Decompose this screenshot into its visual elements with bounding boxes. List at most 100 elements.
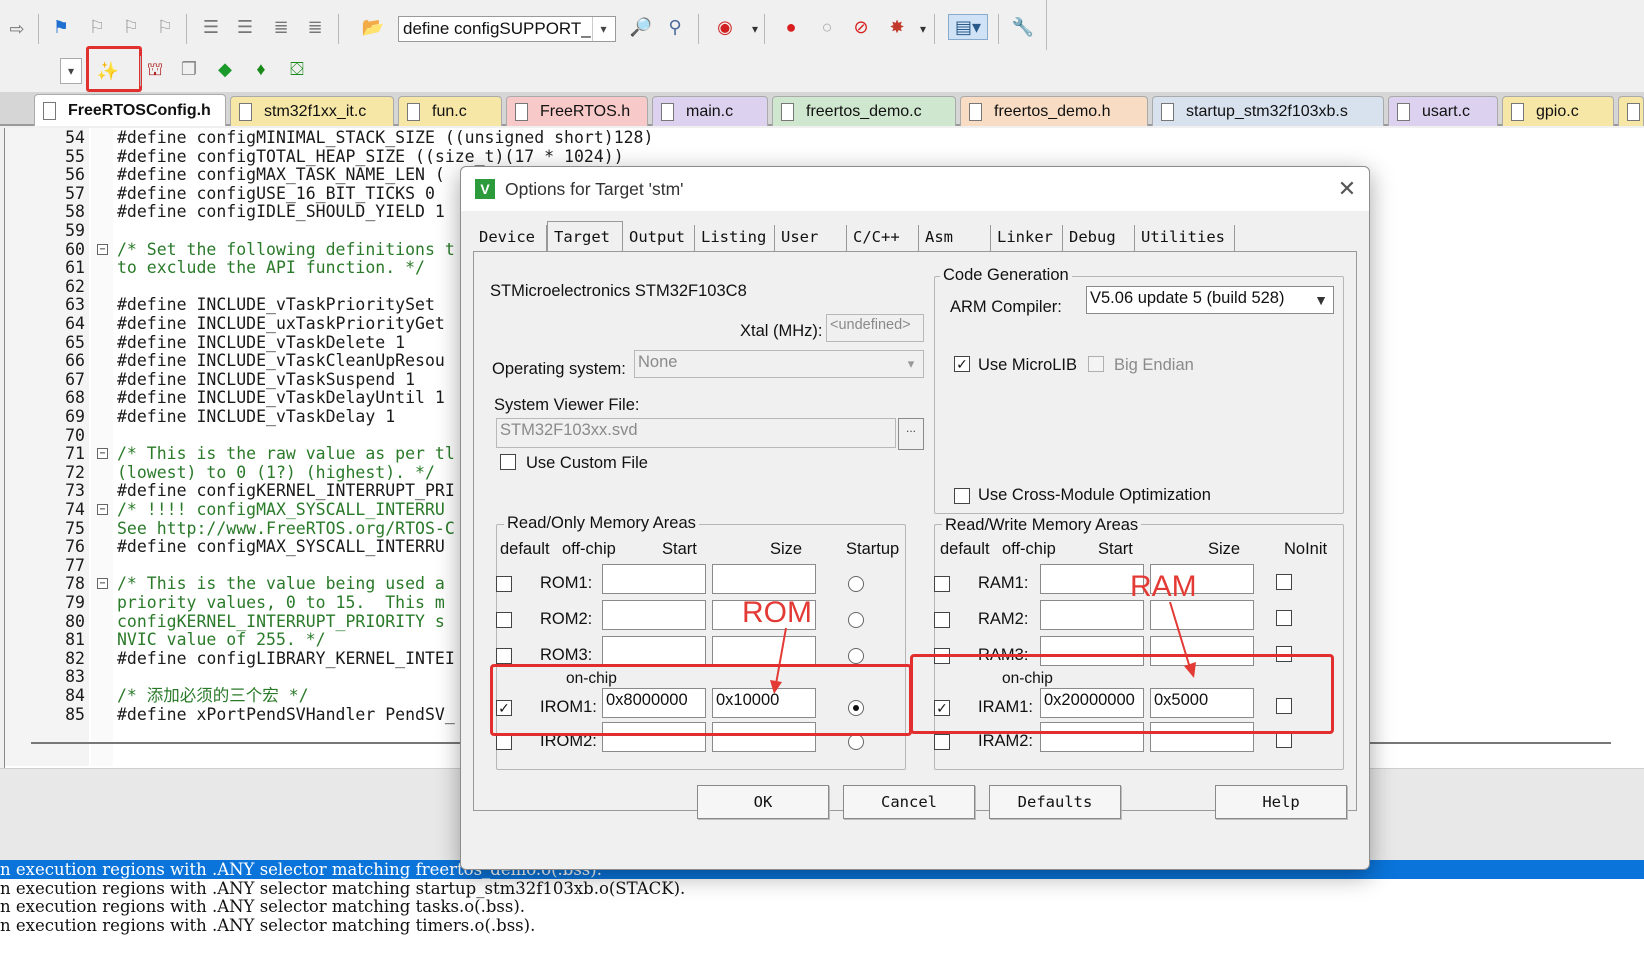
- arrow-right-icon[interactable]: ⇨: [4, 16, 30, 42]
- manage-project-icon[interactable]: ⛫: [142, 56, 168, 82]
- ram-row-start-field[interactable]: [1040, 600, 1144, 630]
- ram-row-noinit-checkbox[interactable]: [1276, 732, 1292, 748]
- tab-freertos-demo-c[interactable]: freertos_demo.c: [772, 96, 956, 126]
- code-line[interactable]: 81 NVIC value of 255. */: [5, 630, 445, 649]
- tab-asm[interactable]: Asm: [919, 225, 991, 251]
- comment-icon[interactable]: ≣: [268, 14, 294, 40]
- fold-toggle-icon[interactable]: −: [97, 504, 108, 515]
- close-icon[interactable]: ✕: [1333, 175, 1361, 203]
- disable-all-breakpoints-icon[interactable]: ⊘: [848, 14, 874, 40]
- tab-startup-s[interactable]: startup_stm32f103xb.s: [1152, 96, 1384, 126]
- ram-row-noinit-checkbox[interactable]: [1276, 610, 1292, 626]
- use-custom-file-checkbox[interactable]: [500, 454, 516, 470]
- chevron-down-icon[interactable]: ▾: [592, 17, 614, 41]
- rom-row-default-checkbox[interactable]: [496, 648, 512, 664]
- ram-row-noinit-checkbox[interactable]: [1276, 574, 1292, 590]
- rom-row-default-checkbox[interactable]: [496, 734, 512, 750]
- unindent-icon[interactable]: ☰: [232, 14, 258, 40]
- use-microlib-checkbox[interactable]: ✓: [954, 356, 970, 372]
- chevron-down-icon[interactable]: ▾: [910, 16, 936, 42]
- window-layout-icon[interactable]: ▤▾: [948, 14, 988, 40]
- ram-row-default-checkbox[interactable]: [934, 576, 950, 592]
- ok-button[interactable]: OK: [697, 785, 829, 819]
- code-line[interactable]: 62: [5, 277, 445, 296]
- cross-module-checkbox[interactable]: [954, 488, 970, 504]
- tab-listing[interactable]: Listing: [695, 225, 775, 251]
- clear-bookmarks-icon[interactable]: ⚐: [152, 14, 178, 40]
- code-line[interactable]: 77: [5, 556, 445, 575]
- tab-device[interactable]: Device: [473, 225, 547, 251]
- uncomment-icon[interactable]: ≣: [302, 14, 328, 40]
- code-line[interactable]: 84 /* 添加必须的三个宏 */: [5, 686, 445, 705]
- code-line[interactable]: 85 #define xPortPendSVHandler PendSV_: [5, 705, 455, 724]
- code-line[interactable]: 64 #define INCLUDE_uxTaskPriorityGet: [5, 314, 445, 333]
- code-line[interactable]: 83: [5, 667, 445, 686]
- big-endian-checkbox[interactable]: [1088, 356, 1104, 372]
- tab-main-c[interactable]: main.c: [652, 96, 768, 126]
- code-line[interactable]: 54 #define configMINIMAL_STACK_SIZE ((uns…: [5, 128, 653, 147]
- pack-installer-icon[interactable]: ◆: [212, 56, 238, 82]
- code-line[interactable]: 71−/* This is the raw value as per tl: [5, 444, 455, 463]
- ram-row-start-field[interactable]: [1040, 564, 1144, 594]
- rom-row-startup-radio[interactable]: [848, 648, 864, 664]
- code-line[interactable]: 61 to exclude the API function. */: [5, 258, 445, 277]
- kill-breakpoints-icon[interactable]: ✸: [884, 14, 910, 40]
- chevron-down-icon[interactable]: ▼: [1310, 292, 1332, 308]
- code-line[interactable]: 68 #define INCLUDE_vTaskDelayUntil 1: [5, 388, 445, 407]
- select-packs-icon[interactable]: ♦: [248, 56, 274, 82]
- code-line[interactable]: 67 #define INCLUDE_vTaskSuspend 1: [5, 370, 445, 389]
- tab-usart-c[interactable]: usart.c: [1388, 96, 1498, 126]
- options-for-target-icon[interactable]: ✨: [95, 58, 121, 84]
- breakpoint-icon[interactable]: ●: [778, 14, 804, 40]
- ram-row-default-checkbox[interactable]: [934, 612, 950, 628]
- next-bookmark-icon[interactable]: ⚐: [118, 14, 144, 40]
- xtal-field[interactable]: <undefined>: [826, 314, 924, 342]
- code-line[interactable]: 69 #define INCLUDE_vTaskDelay 1: [5, 407, 445, 426]
- code-line[interactable]: 66 #define INCLUDE_vTaskCleanUpResou: [5, 351, 445, 370]
- defaults-button[interactable]: Defaults: [989, 785, 1121, 819]
- output-line[interactable]: n execution regions with .ANY selector m…: [0, 916, 1644, 935]
- svd-field[interactable]: STM32F103xx.svd: [496, 418, 896, 448]
- rom-row-size-field[interactable]: [712, 564, 816, 594]
- tab-freertosconfig-h[interactable]: FreeRTOSConfig.h: [34, 94, 226, 126]
- rom-row-start-field[interactable]: [602, 600, 706, 630]
- find-in-files-icon[interactable]: 🔎: [628, 14, 654, 40]
- code-line[interactable]: 79 priority values, 0 to 15. This m: [5, 593, 445, 612]
- disable-breakpoint-icon[interactable]: ○: [814, 14, 840, 40]
- copy-stack-icon[interactable]: ❐: [176, 56, 202, 82]
- rom-row-start-field[interactable]: [602, 636, 706, 666]
- debug-session-icon[interactable]: ◉: [712, 14, 738, 40]
- ram-row-default-checkbox[interactable]: [934, 734, 950, 750]
- tab-utilities[interactable]: Utilities: [1135, 225, 1235, 251]
- open-folder-icon[interactable]: 📂: [360, 14, 386, 40]
- tab-freertos-demo-h[interactable]: freertos_demo.h: [960, 96, 1148, 126]
- code-line[interactable]: 78−/* This is the value being used a: [5, 574, 445, 593]
- rom-row-default-checkbox[interactable]: [496, 576, 512, 592]
- tab-freertos-h[interactable]: FreeRTOS.h: [506, 96, 648, 126]
- code-line[interactable]: 63 #define INCLUDE_vTaskPrioritySet: [5, 295, 445, 314]
- code-line[interactable]: 82 #define configLIBRARY_KERNEL_INTEI: [5, 649, 455, 668]
- code-line[interactable]: 75 See http://www.FreeRTOS.org/RTOS-C: [5, 519, 455, 538]
- code-line[interactable]: 76 #define configMAX_SYSCALL_INTERRU: [5, 537, 445, 556]
- code-line[interactable]: 55 #define configTOTAL_HEAP_SIZE ((size_t…: [5, 147, 624, 166]
- rom-row-startup-radio[interactable]: [848, 734, 864, 750]
- prev-bookmark-icon[interactable]: ⚐: [84, 14, 110, 40]
- svd-browse-button[interactable]: ...: [898, 418, 924, 450]
- tab-debug[interactable]: Debug: [1063, 225, 1135, 251]
- tab-overflow[interactable]: [1618, 96, 1644, 126]
- manage-rte-icon[interactable]: ⛋: [284, 56, 310, 82]
- code-line[interactable]: 65 #define INCLUDE_vTaskDelete 1: [5, 333, 445, 352]
- code-line[interactable]: 74 −/* !!!! configMAX_SYSCALL_INTERRU: [5, 500, 445, 519]
- code-line[interactable]: 59: [5, 221, 445, 240]
- indent-icon[interactable]: ☰: [198, 14, 224, 40]
- tab-gpio-c[interactable]: gpio.c: [1502, 96, 1614, 126]
- code-line[interactable]: 56 #define configMAX_TASK_NAME_LEN (: [5, 165, 445, 184]
- chevron-down-icon[interactable]: ▾: [900, 356, 922, 372]
- tab-output[interactable]: Output: [623, 225, 695, 251]
- tab-target[interactable]: Target: [547, 221, 623, 252]
- code-line[interactable]: 80 configKERNEL_INTERRUPT_PRIORITY s: [5, 612, 445, 631]
- find-combo[interactable]: define configSUPPORT_D: [398, 16, 616, 42]
- chevron-down-icon[interactable]: ▾: [60, 58, 82, 84]
- output-line[interactable]: n execution regions with .ANY selector m…: [0, 879, 1644, 898]
- tab-stm32f1xx-it-c[interactable]: stm32f1xx_it.c: [230, 96, 394, 126]
